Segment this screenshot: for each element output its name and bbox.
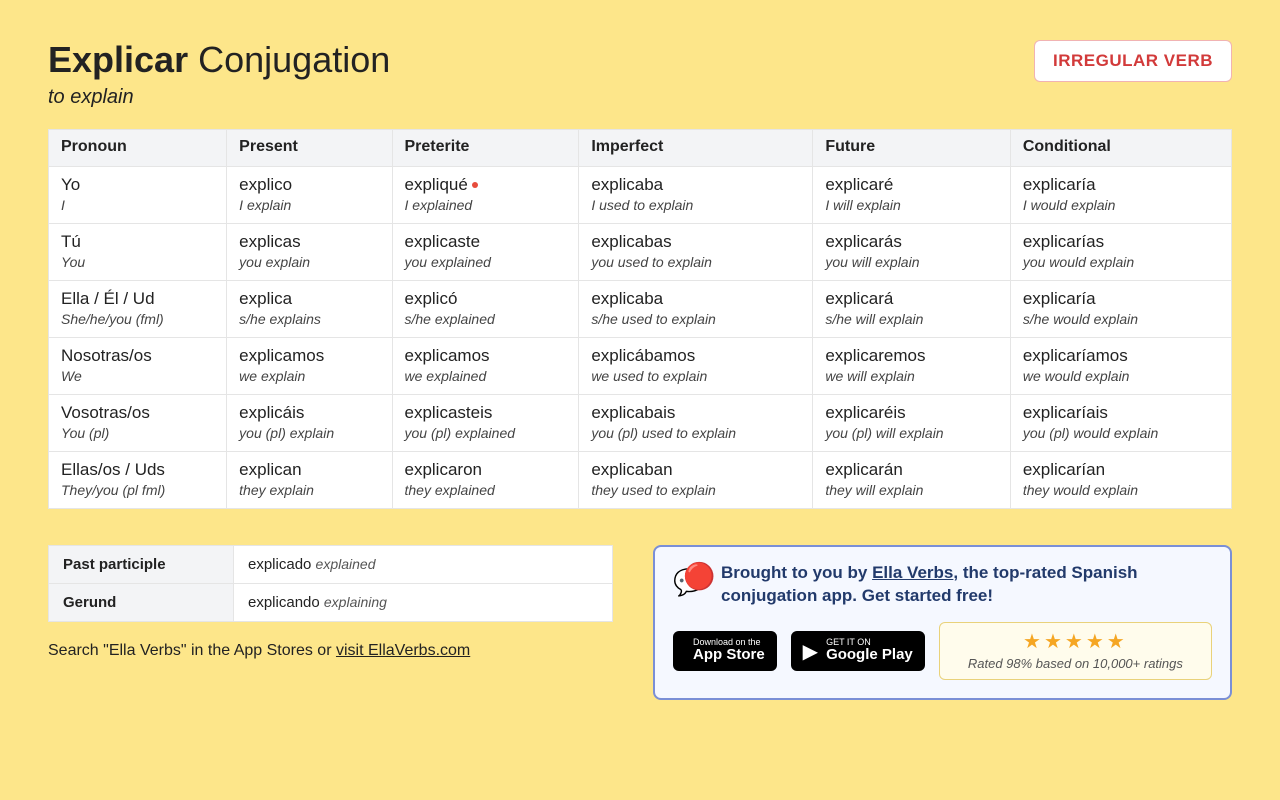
conjugation-cell: explicabanthey used to explain xyxy=(579,451,813,508)
conjugation-cell: explicábamoswe used to explain xyxy=(579,337,813,394)
conjugation-table: PronounPresentPreteriteImperfectFutureCo… xyxy=(48,129,1232,509)
conjugation-cell: expliquéI explained xyxy=(392,166,579,223)
app-store-button[interactable]: Download on the App Store xyxy=(673,631,777,671)
conjugation-cell: YoI xyxy=(49,166,227,223)
conjugation-cell: explicaránthey will explain xyxy=(813,451,1011,508)
column-header: Pronoun xyxy=(49,129,227,166)
conjugation-cell: explicasteisyou (pl) explained xyxy=(392,394,579,451)
conjugation-cell: Ellas/os / UdsThey/you (pl fml) xyxy=(49,451,227,508)
table-row: YoIexplicoI explainexpliquéI explainedex… xyxy=(49,166,1232,223)
column-header: Future xyxy=(813,129,1011,166)
google-play-button[interactable]: ▶ GET IT ON Google Play xyxy=(791,631,925,671)
conjugation-cell: explicarías/he would explain xyxy=(1010,280,1231,337)
participle-row: Gerundexplicando explaining xyxy=(49,583,613,621)
conjugation-cell: explicabaisyou (pl) used to explain xyxy=(579,394,813,451)
conjugation-cell: explicós/he explained xyxy=(392,280,579,337)
conjugation-cell: explicarás/he will explain xyxy=(813,280,1011,337)
search-note-text: Search "Ella Verbs" in the App Stores or xyxy=(48,642,336,659)
table-row: Ella / Él / UdShe/he/you (fml)explicas/h… xyxy=(49,280,1232,337)
search-note: Search "Ella Verbs" in the App Stores or… xyxy=(48,642,613,660)
participles-table: Past participleexplicado explainedGerund… xyxy=(48,545,613,622)
ellaverbs-link[interactable]: visit EllaVerbs.com xyxy=(336,642,470,659)
conjugation-cell: explicanthey explain xyxy=(227,451,392,508)
conjugation-cell: explicaréisyou (pl) will explain xyxy=(813,394,1011,451)
conjugation-cell: explicaríasyou would explain xyxy=(1010,223,1231,280)
star-icons: ★★★★★ xyxy=(952,629,1199,654)
verb-name: Explicar xyxy=(48,39,188,80)
table-row: TúYouexplicasyou explainexplicasteyou ex… xyxy=(49,223,1232,280)
rating-box: ★★★★★ Rated 98% based on 10,000+ ratings xyxy=(939,622,1212,680)
column-header: Present xyxy=(227,129,392,166)
conjugation-cell: Nosotras/osWe xyxy=(49,337,227,394)
page-title: Explicar Conjugation xyxy=(48,40,390,80)
promo-link[interactable]: Ella Verbs xyxy=(872,563,953,582)
column-header: Conditional xyxy=(1010,129,1231,166)
verb-meaning: to explain xyxy=(48,86,390,109)
conjugation-cell: explicamoswe explain xyxy=(227,337,392,394)
conjugation-cell: explicaríanthey would explain xyxy=(1010,451,1231,508)
ella-verbs-icon: 💬 🔴 xyxy=(673,561,709,597)
irregular-badge: IRREGULAR VERB xyxy=(1034,40,1232,82)
rating-text: Rated 98% based on 10,000+ ratings xyxy=(952,656,1199,671)
conjugation-cell: explicaríamoswe would explain xyxy=(1010,337,1231,394)
conjugation-cell: explicasteyou explained xyxy=(392,223,579,280)
table-row: Nosotras/osWeexplicamoswe explainexplica… xyxy=(49,337,1232,394)
conjugation-cell: Ella / Él / UdShe/he/you (fml) xyxy=(49,280,227,337)
conjugation-cell: explicasyou explain xyxy=(227,223,392,280)
participle-row: Past participleexplicado explained xyxy=(49,545,613,583)
column-header: Imperfect xyxy=(579,129,813,166)
conjugation-cell: explicaríaisyou (pl) would explain xyxy=(1010,394,1231,451)
irregular-dot-icon xyxy=(472,182,478,188)
promo-text: Brought to you by Ella Verbs, the top-ra… xyxy=(721,561,1212,609)
conjugation-cell: explicabasyou used to explain xyxy=(579,223,813,280)
conjugation-cell: TúYou xyxy=(49,223,227,280)
promo-box: 💬 🔴 Brought to you by Ella Verbs, the to… xyxy=(653,545,1232,701)
conjugation-cell: explicas/he explains xyxy=(227,280,392,337)
conjugation-cell: explicáisyou (pl) explain xyxy=(227,394,392,451)
conjugation-cell: explicabas/he used to explain xyxy=(579,280,813,337)
column-header: Preterite xyxy=(392,129,579,166)
table-row: Vosotras/osYou (pl)explicáisyou (pl) exp… xyxy=(49,394,1232,451)
conjugation-cell: explicamoswe explained xyxy=(392,337,579,394)
conjugation-cell: explicarásyou will explain xyxy=(813,223,1011,280)
conjugation-cell: explicaronthey explained xyxy=(392,451,579,508)
conjugation-cell: explicoI explain xyxy=(227,166,392,223)
title-suffix: Conjugation xyxy=(198,39,390,80)
google-play-icon: ▶ xyxy=(803,639,818,664)
conjugation-cell: explicaremoswe will explain xyxy=(813,337,1011,394)
conjugation-cell: Vosotras/osYou (pl) xyxy=(49,394,227,451)
conjugation-cell: explicaréI will explain xyxy=(813,166,1011,223)
table-row: Ellas/os / UdsThey/you (pl fml)explicant… xyxy=(49,451,1232,508)
conjugation-cell: explicaríaI would explain xyxy=(1010,166,1231,223)
conjugation-cell: explicabaI used to explain xyxy=(579,166,813,223)
